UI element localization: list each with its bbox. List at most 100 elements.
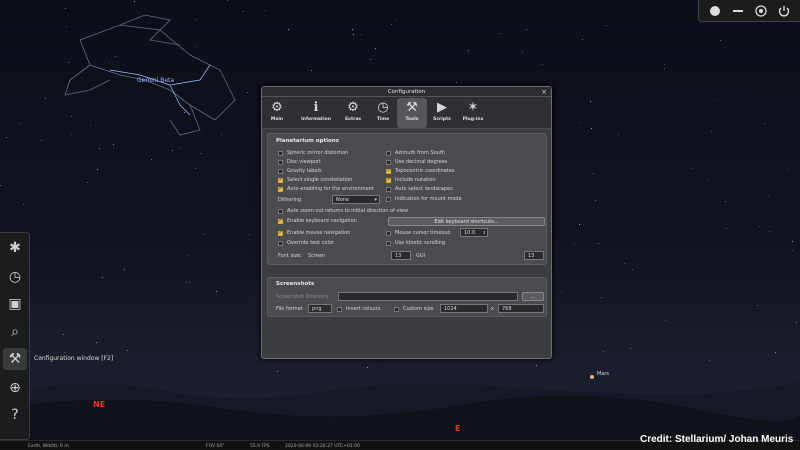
tab-main[interactable]: ⚙ Main: [262, 98, 292, 128]
option-mount-mode[interactable]: Indication for mount mode: [386, 196, 462, 202]
file-format-label: File format: [276, 306, 303, 312]
checkbox-checked[interactable]: ✓: [278, 230, 283, 236]
option-label: Azimuth from South: [395, 150, 445, 156]
checkbox-checked[interactable]: ✓: [278, 218, 283, 224]
edit-shortcuts-button[interactable]: Edit keyboard shortcuts...: [388, 217, 545, 226]
checkbox[interactable]: [386, 150, 391, 156]
star: [200, 152, 202, 154]
plugin-icon: ✶: [467, 100, 479, 115]
checkbox-checked[interactable]: ✓: [386, 168, 391, 174]
help-icon[interactable]: ?: [3, 404, 27, 426]
planetarium-options-panel: Planetarium options Spheric mirror disto…: [267, 133, 547, 265]
tab-tools[interactable]: ⚒ Tools: [397, 98, 427, 128]
checkbox[interactable]: [386, 196, 391, 202]
tab-scripts[interactable]: ▶ Scripts: [427, 98, 457, 128]
title-bar[interactable]: Configuration ×: [262, 87, 551, 97]
play-icon: ▶: [437, 100, 447, 115]
star: [560, 291, 562, 292]
checkbox-checked[interactable]: ✓: [278, 186, 283, 192]
checkbox[interactable]: [386, 186, 391, 192]
option-auto-enabling[interactable]: ✓ Auto-enabling for the environment: [278, 186, 374, 192]
font-size-gui-label: GUI: [416, 253, 426, 259]
close-button[interactable]: ×: [541, 88, 547, 96]
constellation-label: Gemini Beta: [137, 77, 175, 84]
fullscreen-icon[interactable]: [753, 4, 769, 18]
checkbox-checked[interactable]: ✓: [278, 177, 283, 183]
option-decimal-degrees[interactable]: Use decimal degrees: [386, 159, 447, 165]
tab-time[interactable]: ◷ Time: [368, 98, 398, 128]
wrench-icon[interactable]: ⚒: [3, 348, 27, 370]
font-size-gui-value: 13: [528, 252, 535, 259]
option-invert-colours[interactable]: Invert colours: [337, 306, 380, 312]
star: [172, 149, 174, 151]
option-disc-viewport[interactable]: Disc viewport: [278, 159, 321, 165]
option-auto-landscapes[interactable]: Auto select landscapes: [386, 186, 453, 192]
star: [710, 130, 712, 132]
checkbox[interactable]: [386, 230, 391, 236]
option-topocentric[interactable]: ✓ Topocentric coordinates: [386, 168, 455, 174]
screenshot-directory-label: Screenshot Directory: [276, 294, 329, 300]
font-size-screen-spinbox[interactable]: 13: [391, 251, 411, 260]
option-keyboard-navigation[interactable]: ✓ Enable keyboard navigation: [278, 218, 357, 224]
cardinal-ne: NE: [93, 400, 106, 409]
width-value: 1024: [444, 305, 457, 312]
search-icon-glyph: ⌕: [11, 324, 19, 340]
tab-plugins[interactable]: ✶ Plug-ins: [458, 98, 488, 128]
star: [691, 167, 693, 169]
checkbox[interactable]: [278, 159, 283, 165]
option-spheric-mirror[interactable]: Spheric mirror distortion: [278, 150, 348, 156]
option-label: Auto select landscapes: [395, 186, 453, 192]
tab-label: Plug-ins: [462, 117, 484, 122]
option-auto-zoom[interactable]: Auto zoom out returns to initial directi…: [278, 208, 408, 214]
tabs-bar: ⚙ Main ℹ Information ⚙ Extras ◷ Time ⚒ T…: [262, 97, 551, 129]
dithering-value: None: [336, 196, 350, 203]
dithering-select[interactable]: None ▾: [332, 195, 380, 204]
left-toolbar: ✱ ◷ ▣ ⌕ ⚒ ⊕ ?: [0, 232, 30, 440]
checkbox[interactable]: [386, 240, 391, 246]
power-icon[interactable]: [776, 4, 792, 18]
compass-icon[interactable]: ⊕: [3, 377, 27, 399]
option-override-text-color[interactable]: Override text color: [278, 240, 334, 246]
font-size-gui-spinbox[interactable]: 13: [524, 251, 544, 260]
moon-icon[interactable]: [707, 4, 723, 18]
clock-icon: ◷: [377, 100, 389, 115]
option-mouse-navigation[interactable]: ✓ Enable mouse navigation: [278, 230, 350, 236]
checkbox[interactable]: [278, 240, 283, 246]
height-input[interactable]: 768: [498, 304, 544, 313]
option-azimuth-south[interactable]: Azimuth from South: [386, 150, 445, 156]
checkbox[interactable]: [386, 159, 391, 165]
minimize-icon[interactable]: [730, 4, 746, 18]
tab-extras[interactable]: ⚙ Extras: [338, 98, 368, 128]
option-kinetic-scrolling[interactable]: Use kinetic scrolling: [386, 240, 445, 246]
option-gravity-labels[interactable]: Gravity labels: [278, 168, 322, 174]
sky-icon[interactable]: ✱: [3, 237, 27, 259]
clock-icon[interactable]: ◷: [3, 266, 27, 288]
checkbox[interactable]: [337, 306, 342, 312]
option-custom-size[interactable]: Custom size: [394, 306, 433, 312]
width-input[interactable]: 1024: [440, 304, 488, 313]
star: [455, 81, 457, 83]
screenshot-directory-input[interactable]: [338, 292, 518, 301]
option-nutation[interactable]: ✓ Include nutation: [386, 177, 436, 183]
checkbox[interactable]: [278, 208, 283, 214]
tab-information[interactable]: ℹ Information: [298, 98, 334, 128]
fps-text: 55.9 FPS: [250, 444, 270, 449]
star: [724, 200, 726, 202]
sky-icon-glyph: ✱: [9, 240, 21, 256]
cardinal-e: E: [455, 424, 461, 433]
star: [96, 168, 98, 170]
mouse-timeout-spinbox[interactable]: 10.0 ⇕: [460, 228, 488, 237]
sky-culture-icon[interactable]: ▣: [3, 293, 27, 315]
checkbox[interactable]: [394, 306, 399, 312]
credit-text: Credit: Stellarium/ Johan Meuris: [640, 434, 794, 445]
checkbox[interactable]: [278, 150, 283, 156]
screenshots-panel: Screenshots Screenshot Directory ... Fil…: [267, 277, 547, 317]
search-icon[interactable]: ⌕: [3, 321, 27, 343]
option-single-constellation[interactable]: ✓ Select single constellation: [278, 177, 352, 183]
option-mouse-timeout[interactable]: Mouse cursor timeout:: [386, 230, 451, 236]
checkbox-checked[interactable]: ✓: [386, 177, 391, 183]
file-format-select[interactable]: png: [308, 304, 332, 313]
checkbox[interactable]: [278, 168, 283, 174]
window-title: Configuration: [387, 89, 426, 95]
browse-button[interactable]: ...: [522, 292, 544, 301]
